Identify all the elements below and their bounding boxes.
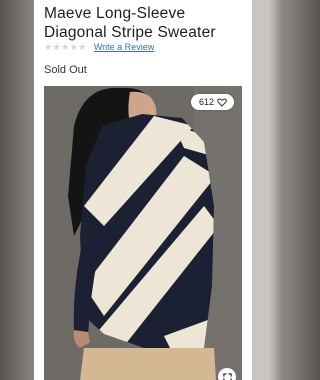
heart-outline-icon — [217, 98, 227, 107]
like-count: 612 — [198, 97, 214, 107]
product-image[interactable]: 612 — [44, 86, 242, 380]
expand-icon — [222, 372, 232, 380]
like-button[interactable]: 612 — [190, 94, 234, 110]
rating-row: ★★★★★ Write a Review — [44, 41, 154, 53]
star-rating-icon: ★★★★★ — [44, 42, 87, 52]
product-title: Maeve Long-Sleeve Diagonal Stripe Sweate… — [44, 5, 216, 41]
expand-image-button[interactable] — [218, 368, 236, 380]
product-photo — [44, 86, 242, 380]
write-review-link[interactable]: Write a Review — [94, 41, 154, 53]
product-card: Maeve Long-Sleeve Diagonal Stripe Sweate… — [34, 0, 252, 380]
availability-status: Sold Out — [44, 64, 87, 76]
